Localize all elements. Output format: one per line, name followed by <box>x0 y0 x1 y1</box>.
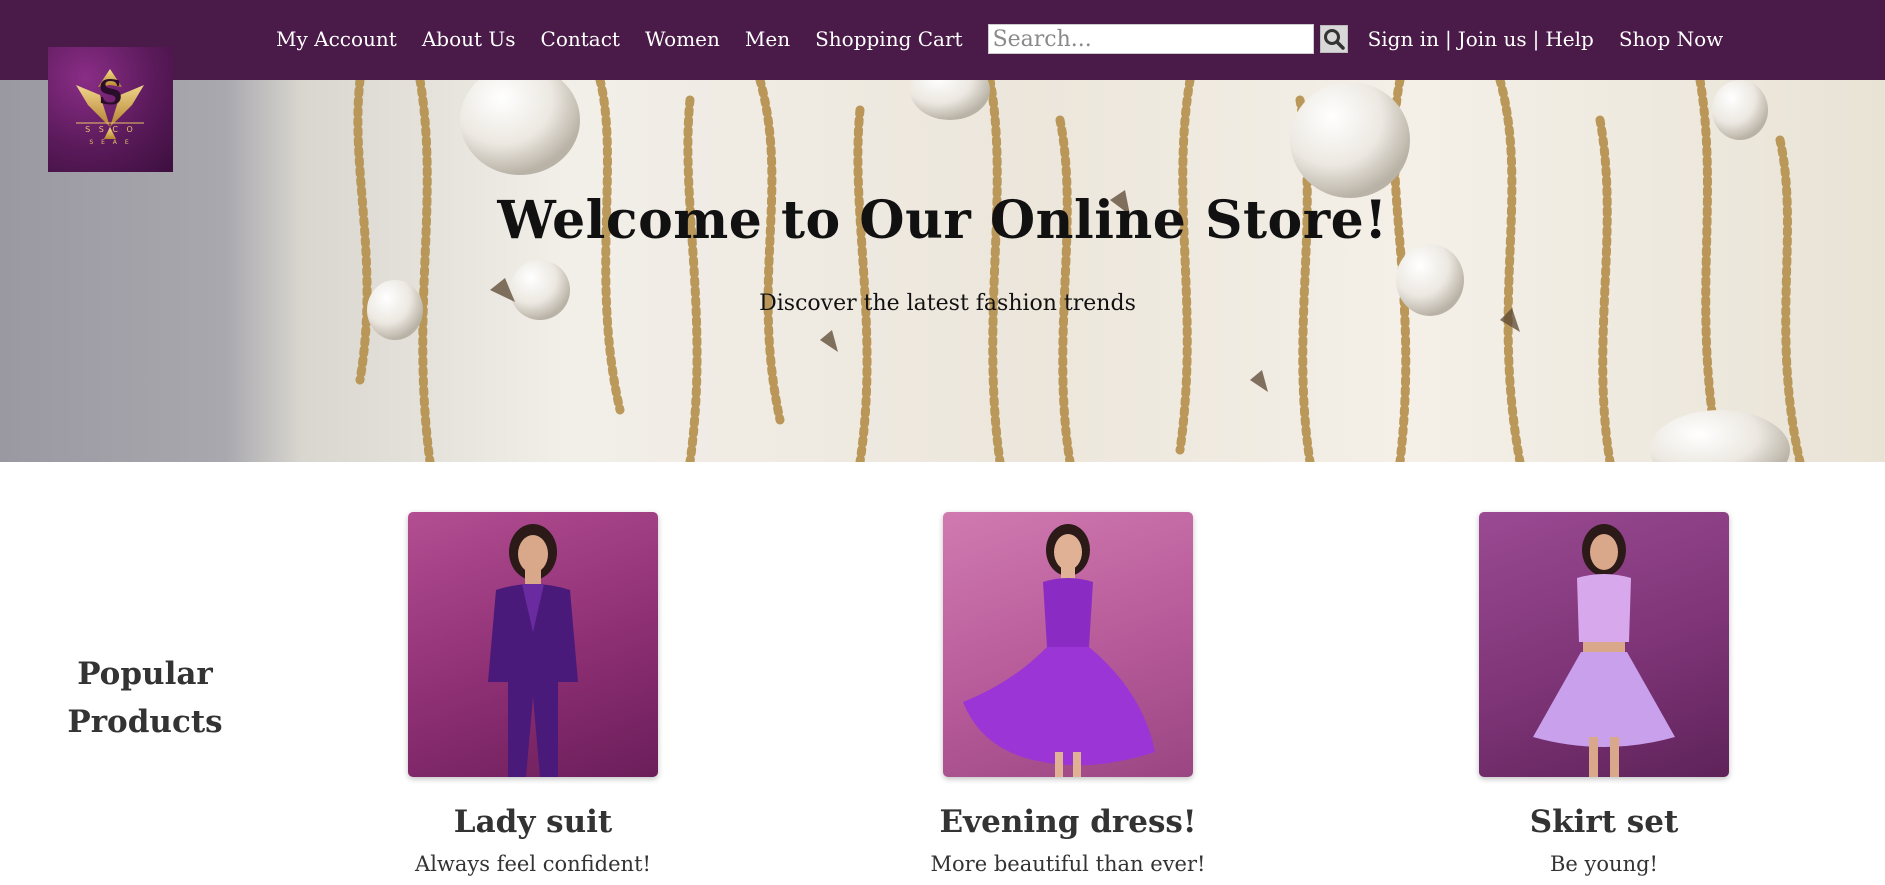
product-image[interactable] <box>943 512 1193 777</box>
product-card[interactable]: Evening dress! More beautiful than ever! <box>918 512 1218 876</box>
nav-link-men[interactable]: Men <box>745 27 790 51</box>
search-input[interactable] <box>987 24 1314 54</box>
product-description: Be young! <box>1550 852 1658 876</box>
shop-now-link[interactable]: Shop Now <box>1619 27 1723 51</box>
nav-link-shopping-cart[interactable]: Shopping Cart <box>815 27 963 51</box>
hero-jewelry-image <box>353 80 1805 462</box>
logo-sub-text: S S C O <box>85 125 136 134</box>
logo-tag-text: S E A E <box>89 139 132 146</box>
account-links: Sign in | Join us | Help <box>1368 27 1594 51</box>
search-bar <box>987 24 1348 54</box>
search-icon <box>1323 29 1345 50</box>
product-description: Always feel confident! <box>415 852 651 876</box>
product-card[interactable]: Lady suit Always feel confident! <box>383 512 683 876</box>
product-image[interactable] <box>1479 512 1729 777</box>
product-description: More beautiful than ever! <box>930 852 1206 876</box>
nav-link-women[interactable]: Women <box>645 27 720 51</box>
model-figure-image <box>963 524 1155 777</box>
join-us-link[interactable]: Join us <box>1458 27 1527 51</box>
hero-subtitle: Discover the latest fashion trends <box>759 291 1136 316</box>
logo-letter: S <box>98 73 123 113</box>
model-figure-image <box>1533 524 1675 777</box>
separator: | <box>1532 27 1540 51</box>
product-name[interactable]: Lady suit <box>383 804 683 840</box>
product-name[interactable]: Evening dress! <box>918 804 1218 840</box>
hero-banner: Welcome to Our Online Store! Discover th… <box>0 80 1885 462</box>
popular-products-heading: Popular Products <box>67 656 223 740</box>
product-image[interactable] <box>408 512 658 777</box>
nav-link-contact[interactable]: Contact <box>541 27 620 51</box>
product-name[interactable]: Skirt set <box>1454 804 1754 840</box>
main-nav: My Account About Us Contact Women Men Sh… <box>276 22 1748 56</box>
search-button[interactable] <box>1319 25 1348 53</box>
separator: | <box>1445 27 1452 51</box>
sign-in-link[interactable]: Sign in <box>1368 27 1439 51</box>
product-card[interactable]: Skirt set Be young! <box>1454 512 1754 876</box>
top-nav-bar: My Account About Us Contact Women Men Sh… <box>0 0 1885 80</box>
nav-link-about-us[interactable]: About Us <box>422 27 516 51</box>
brand-logo[interactable]: S S S C O S E A E <box>48 47 173 172</box>
hero-title: Welcome to Our Online Store! <box>497 190 1388 251</box>
help-link[interactable]: Help <box>1545 27 1593 51</box>
model-figure-image <box>488 524 578 777</box>
nav-link-my-account[interactable]: My Account <box>276 27 397 51</box>
